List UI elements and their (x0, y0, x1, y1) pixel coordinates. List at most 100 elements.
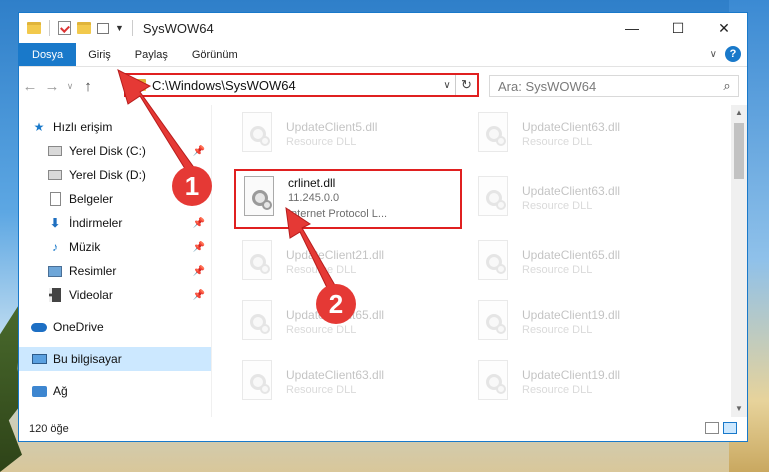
dll-file-icon (474, 240, 514, 286)
explorer-window: ▼ SysWOW64 — ☐ ✕ Dosya Giriş Paylaş Görü… (18, 12, 748, 442)
nav-item-downloads[interactable]: ⬇ İndirmeler 📌 (19, 211, 211, 235)
file-tile[interactable]: UpdateClient63.dll Resource DLL (474, 169, 704, 229)
window-title: SysWOW64 (142, 20, 214, 36)
file-list: UpdateClient5.dll Resource DLL crlinet.dl… (212, 105, 747, 417)
pictures-icon (47, 264, 63, 278)
nav-item-onedrive[interactable]: OneDrive (19, 315, 211, 339)
dll-file-icon (238, 300, 278, 346)
file-tile[interactable]: UpdateClient19.dll Resource DLL (474, 353, 704, 413)
help-icon[interactable]: ? (725, 46, 741, 62)
navigation-pane: ★ Hızlı erişim Yerel Disk (C:) 📌 Yerel D… (19, 105, 212, 417)
scroll-thumb[interactable] (734, 123, 744, 179)
pin-icon: 📌 (192, 145, 205, 157)
forward-arrow-icon[interactable]: → (41, 78, 63, 95)
nav-item-label: Resimler (69, 264, 117, 278)
file-description: Resource DLL (286, 384, 357, 396)
up-arrow-icon[interactable]: ↑ (77, 78, 99, 95)
file-name: UpdateClient19.dll (522, 368, 621, 382)
search-icon[interactable]: ⌕ (716, 78, 738, 94)
tab-dosya[interactable]: Dosya (19, 43, 77, 66)
file-name: UpdateClient5.dll (286, 120, 378, 134)
view-toggles (705, 422, 737, 434)
quick-access-toolbar: ▼ (19, 20, 135, 36)
onedrive-icon (31, 320, 47, 334)
file-description: Internet Protocol L... (288, 208, 388, 220)
nav-item-videos[interactable]: Videolar 📌 (19, 283, 211, 307)
minimize-button[interactable]: — (609, 13, 655, 43)
maximize-button[interactable]: ☐ (655, 13, 701, 43)
tiles-view-icon[interactable] (723, 422, 737, 434)
back-arrow-icon[interactable]: ← (19, 78, 41, 95)
nav-item-network[interactable]: Ağ (19, 379, 211, 403)
tab-paylas[interactable]: Paylaş (123, 43, 180, 66)
ribbon-right-controls: ∨ ? (710, 46, 741, 62)
address-bar[interactable]: C:\Windows\SysWOW64 ∨ ↻ (124, 73, 479, 97)
dll-file-icon (238, 360, 278, 406)
status-bar: 120 öğe (19, 417, 747, 441)
pin-icon: 📌 (192, 241, 205, 253)
file-tile[interactable]: UpdateClient63.dll Resource DLL (474, 105, 704, 165)
drive-icon (47, 168, 63, 182)
toolbar-divider (49, 20, 50, 36)
nav-item-pictures[interactable]: Resimler 📌 (19, 259, 211, 283)
network-icon (31, 384, 47, 398)
nav-item-this-pc[interactable]: Bu bilgisayar (19, 347, 211, 371)
file-version: 11.245.0.0 (288, 192, 340, 204)
file-tile[interactable]: UpdateClient21.dll Resource DLL (238, 233, 468, 293)
close-button[interactable]: ✕ (701, 13, 747, 43)
nav-item-label: Belgeler (69, 192, 114, 206)
dll-file-icon (474, 176, 514, 222)
pin-icon: 📌 (192, 217, 205, 229)
customize-view-icon[interactable] (97, 22, 109, 34)
file-name: UpdateClient21.dll (286, 248, 385, 262)
scroll-down-icon[interactable]: ▼ (731, 401, 747, 417)
file-tile-crlinet[interactable]: crlinet.dll 11.245.0.0 Internet Protocol… (234, 169, 462, 229)
file-tile[interactable]: UpdateClient5.dll Resource DLL (238, 105, 468, 165)
file-description: Resource DLL (522, 324, 593, 336)
qat-dropdown-icon[interactable]: ▼ (115, 23, 124, 33)
properties-icon[interactable] (58, 21, 71, 35)
file-name: UpdateClient63.dll (286, 368, 385, 382)
file-description: Resource DLL (286, 324, 357, 336)
details-view-icon[interactable] (705, 422, 719, 434)
recent-locations-chevron-icon[interactable]: ∨ (63, 81, 77, 92)
file-tile[interactable]: UpdateClient63.dll Resource DLL (238, 353, 468, 413)
tab-giris[interactable]: Giriş (76, 43, 123, 66)
new-folder-icon[interactable] (77, 22, 91, 34)
file-tile[interactable]: UpdateClient19.dll Resource DLL (474, 293, 704, 353)
refresh-icon[interactable]: ↻ (455, 75, 477, 95)
file-description: Resource DLL (522, 200, 593, 212)
vertical-scrollbar[interactable]: ▲ ▼ (731, 105, 747, 417)
nav-item-quick-access[interactable]: ★ Hızlı erişim (19, 115, 211, 139)
nav-item-label: Müzik (69, 240, 101, 254)
computer-icon (31, 352, 47, 366)
address-dropdown-icon[interactable]: ∨ (439, 80, 455, 91)
step-badge-2: 2 (316, 284, 356, 324)
dll-file-icon (474, 360, 514, 406)
nav-item-music[interactable]: ♪ Müzik 📌 (19, 235, 211, 259)
search-box[interactable]: Ara: SysWOW64 ⌕ (489, 75, 739, 97)
nav-item-local-disk-c[interactable]: Yerel Disk (C:) 📌 (19, 139, 211, 163)
address-path[interactable]: C:\Windows\SysWOW64 (152, 78, 439, 93)
folder-icon (132, 79, 146, 91)
nav-item-label: Bu bilgisayar (53, 352, 122, 366)
search-input[interactable]: Ara: SysWOW64 (498, 79, 716, 94)
tab-gorunum[interactable]: Görünüm (180, 43, 250, 66)
title-bar: ▼ SysWOW64 — ☐ ✕ (19, 13, 747, 43)
nav-item-label: Ağ (53, 384, 68, 398)
file-name: UpdateClient63.dll (522, 184, 621, 198)
file-description: Resource DLL (286, 136, 357, 148)
nav-gap (19, 339, 211, 347)
nav-gap (19, 371, 211, 379)
file-name: UpdateClient65.dll (522, 248, 621, 262)
nav-gap (19, 307, 211, 315)
file-tile[interactable]: UpdateClient65.dll Resource DLL (474, 233, 704, 293)
step-badge-1: 1 (172, 166, 212, 206)
expand-ribbon-icon[interactable]: ∨ (710, 49, 717, 60)
scroll-up-icon[interactable]: ▲ (731, 105, 747, 121)
dll-file-icon (474, 112, 514, 158)
dll-file-icon (238, 112, 278, 158)
content-area: ★ Hızlı erişim Yerel Disk (C:) 📌 Yerel D… (19, 105, 747, 417)
drive-icon (47, 144, 63, 158)
star-icon: ★ (33, 120, 45, 134)
